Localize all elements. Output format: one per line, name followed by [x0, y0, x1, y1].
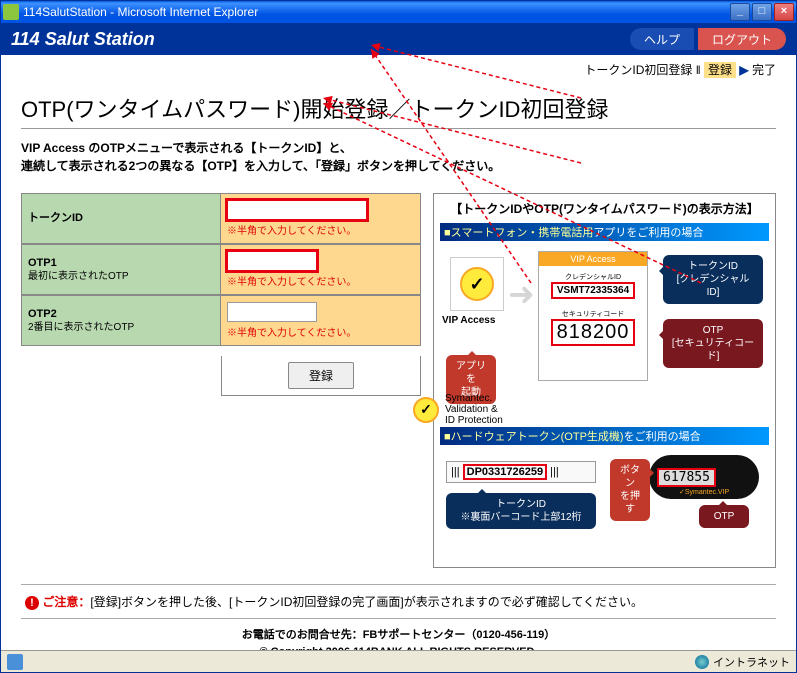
app-name: VIP Access [442, 315, 495, 326]
statusbar: イントラネット [1, 650, 796, 672]
bubble-app: アプリを起動 [446, 355, 496, 404]
page-title: OTP(ワンタイムパスワード)開始登録／トークンID初回登録 [21, 92, 776, 129]
otp1-input[interactable] [227, 251, 317, 271]
footer: お電話でのお問合せ先：FBサポートセンター（0120-456-119） © Co… [21, 619, 776, 650]
maximize-button[interactable]: □ [752, 3, 772, 21]
otp2-hint: ※半角で入力してください。 [227, 324, 414, 339]
sample-otp: 818200 [551, 319, 636, 346]
otp1-hint: ※半角で入力してください。 [227, 273, 414, 288]
zone-label: イントラネット [713, 654, 790, 670]
lead-line1: VIP Access のOTPメニューで表示される【トークンID】と、 [21, 139, 776, 157]
close-button[interactable]: × [774, 3, 794, 21]
otp2-label: OTP2 [28, 307, 214, 321]
ie-status-icon [7, 654, 23, 670]
token-label: トークンID [21, 193, 221, 244]
lead-line2: 連続して表示される2つの異なる【OTP】を入力して、「登録」ボタンを押してくださ… [21, 157, 776, 175]
window: 114SalutStation - Microsoft Internet Exp… [0, 0, 797, 673]
logout-button[interactable]: ログアウト [698, 28, 786, 50]
otp2-sub: 2番目に表示されたOTP [28, 321, 214, 334]
register-button[interactable]: 登録 [288, 362, 354, 389]
arrow-right-icon: ➜ [508, 275, 535, 313]
titlebar[interactable]: 114SalutStation - Microsoft Internet Exp… [1, 1, 796, 23]
breadcrumb-step3: 完了 [752, 63, 776, 77]
window-title: 114SalutStation - Microsoft Internet Exp… [23, 5, 730, 19]
token-input[interactable] [227, 200, 367, 220]
minimize-button[interactable]: _ [730, 3, 750, 21]
chevron-right-icon: ▶ [739, 63, 748, 77]
guide-sp-header: ■スマートフォン・携帯電話用アプリをご利用の場合 [440, 223, 769, 241]
breadcrumb-step2: 登録 [704, 62, 736, 78]
otp1-label: OTP1 [28, 256, 214, 270]
app-icon: ✓ [450, 257, 504, 311]
breadcrumb-step1: トークンID初回登録 [584, 63, 692, 77]
otp2-input[interactable] [227, 302, 317, 322]
guide-hw-header: ■ハードウェアトークン(OTP生成機)をご利用の場合 [440, 427, 769, 445]
help-button[interactable]: ヘルプ [630, 28, 694, 50]
globe-icon [695, 655, 709, 669]
topbar: 114 Salut Station ヘルプ ログアウト [1, 23, 796, 55]
token-hint: ※半角で入力してください。 [227, 222, 414, 237]
content: 114 Salut Station ヘルプ ログアウト トークンID初回登録 ‖… [1, 23, 796, 650]
hw-token-display: 617855 [657, 468, 716, 487]
bubble-btn: ボタンを押す [610, 459, 650, 521]
barcode: ||| DP0331726259 ||| [446, 461, 596, 483]
brand: 114 Salut Station [11, 29, 155, 50]
bubble-tokenid2: トークンID※裏面バーコード上部12桁 [446, 493, 596, 529]
caution: ! ご注意：[登録]ボタンを押した後、[トークンID初回登録の完了画面]が表示さ… [21, 584, 776, 619]
guide-title: 【トークンIDやOTP(ワンタイムパスワード)の表示方法】 [440, 200, 769, 217]
otp1-sub: 最初に表示されたOTP [28, 270, 214, 283]
hw-token: 617855 ✓Symantec.VIP [649, 455, 759, 499]
check-icon: ✓ [460, 267, 494, 301]
bubble-otp: OTP[セキュリティコード] [663, 319, 763, 368]
breadcrumb: トークンID初回登録 ‖ 登録 ▶ 完了 [1, 55, 796, 84]
bubble-otp2: OTP [699, 505, 749, 528]
bubble-tokenid: トークンID[クレデンシャルID] [663, 255, 763, 304]
sample-token-id: VSMT72335364 [551, 282, 635, 299]
warning-icon: ! [25, 596, 39, 610]
app-screen: VIP Access クレデンシャルIDVSMT72335364 セキュリティコ… [538, 251, 648, 381]
guide-panel: 【トークンIDやOTP(ワンタイムパスワード)の表示方法】 ■スマートフォン・携… [433, 193, 776, 568]
ie-icon [3, 4, 19, 20]
